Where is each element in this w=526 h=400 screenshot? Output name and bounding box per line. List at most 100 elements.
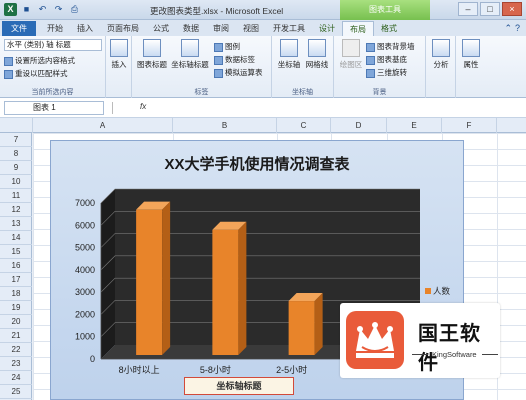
analysis-button[interactable]: 分析 [429, 39, 453, 70]
column-header-f[interactable]: F [442, 118, 497, 133]
bar [288, 301, 315, 355]
insert-button[interactable]: 插入 [109, 39, 129, 70]
tab-view[interactable]: 视图 [236, 21, 266, 36]
row-header[interactable]: 17 [0, 273, 32, 287]
minimize-icon[interactable]: – [458, 2, 478, 16]
row-header[interactable]: 10 [0, 175, 32, 189]
row-header[interactable]: 16 [0, 259, 32, 273]
row-header[interactable]: 12 [0, 203, 32, 217]
undo-icon[interactable]: ↶ [36, 3, 49, 16]
data-table-button[interactable]: 模拟运算表 [214, 67, 263, 78]
x-tick-label: 2-5小时 [276, 364, 307, 375]
chart-floor-icon [366, 55, 375, 65]
format-selection-icon [4, 56, 13, 66]
maximize-icon[interactable]: □ [480, 2, 500, 16]
group-labels: 图表标题 坐标轴标题 图例 数据标签 模拟运算表 标签 [132, 36, 272, 98]
quick-access-toolbar: X ■ ↶ ↷ ⎙ [4, 3, 81, 16]
row-header[interactable]: 11 [0, 189, 32, 203]
row-header[interactable]: 23 [0, 357, 32, 371]
y-tick-label: 5000 [75, 243, 95, 253]
y-tick-label: 7000 [75, 198, 95, 208]
row-header[interactable]: 19 [0, 301, 32, 315]
column-header-e[interactable]: E [387, 118, 442, 133]
tab-review[interactable]: 审阅 [206, 21, 236, 36]
column-header-b[interactable]: B [173, 118, 277, 133]
fx-icon[interactable]: fx [140, 102, 146, 111]
row-header[interactable]: 18 [0, 287, 32, 301]
axis-titles-button[interactable]: 坐标轴标题 [170, 39, 210, 70]
tab-home[interactable]: 开始 [40, 21, 70, 36]
tab-design[interactable]: 设计 [312, 21, 342, 36]
rotation-3d-icon [366, 68, 375, 78]
chart-title-button[interactable]: 图表标题 [136, 39, 168, 70]
x-axis-title[interactable]: 坐标轴标题 [184, 377, 294, 395]
legend-button[interactable]: 图例 [214, 41, 240, 52]
row-header[interactable]: 21 [0, 329, 32, 343]
gridlines-button[interactable]: 网格线 [303, 39, 331, 70]
row-header[interactable]: 8 [0, 147, 32, 161]
tab-formulas[interactable]: 公式 [146, 21, 176, 36]
crown-logo-icon [346, 311, 404, 369]
row-header[interactable]: 13 [0, 217, 32, 231]
row-header[interactable]: 15 [0, 245, 32, 259]
data-labels-button[interactable]: 数据标签 [214, 54, 255, 65]
y-tick-label: 6000 [75, 220, 95, 230]
format-selection-button[interactable]: 设置所选内容格式 [4, 55, 75, 66]
name-box[interactable]: 图表 1 [4, 101, 104, 115]
tab-page-layout[interactable]: 页面布局 [100, 21, 146, 36]
chart-element-select[interactable]: 水平 (类别) 轴 标题 [4, 39, 102, 51]
reset-style-button[interactable]: 重设以匹配样式 [4, 68, 68, 79]
help-icon[interactable]: ? [515, 23, 520, 34]
print-icon[interactable]: ⎙ [68, 3, 81, 16]
logo-name: 国王软件 [418, 323, 481, 374]
row-header[interactable]: 14 [0, 231, 32, 245]
properties-button[interactable]: 属性 [459, 39, 483, 70]
redo-icon[interactable]: ↷ [52, 3, 65, 16]
group-label-background: 背景 [372, 89, 387, 96]
plot-area-button[interactable]: 绘图区 [337, 39, 365, 70]
tab-developer[interactable]: 开发工具 [266, 21, 312, 36]
row-header[interactable]: 9 [0, 161, 32, 175]
collapse-ribbon-icon[interactable]: ⌃ [504, 23, 512, 34]
row-headers: 7 8 9 10 11 12 13 14 15 16 17 18 19 20 21 22 23 24 25 [0, 133, 32, 400]
bar [212, 229, 239, 355]
ribbon: 水平 (类别) 轴 标题 设置所选内容格式 重设以匹配样式 当前所选内容 插入 … [0, 36, 526, 98]
chart-title-icon [143, 39, 161, 57]
column-header-c[interactable]: C [277, 118, 331, 133]
tab-format[interactable]: 格式 [374, 21, 404, 36]
row-header[interactable]: 24 [0, 371, 32, 385]
close-icon[interactable]: × [502, 2, 522, 16]
kingsoftware-logo: 国王软件 KingSoftware [340, 303, 500, 378]
tab-data[interactable]: 数据 [176, 21, 206, 36]
window-title: 更改图表类型.xlsx - Microsoft Excel [150, 6, 284, 16]
logo-sub: KingSoftware [432, 350, 477, 359]
bar [136, 209, 163, 355]
tab-layout[interactable]: 布局 [342, 21, 374, 36]
tab-file[interactable]: 文件 [2, 21, 36, 36]
logo-line [412, 354, 428, 355]
save-icon[interactable]: ■ [20, 3, 33, 16]
rotation-3d-button[interactable]: 三维旋转 [366, 67, 407, 78]
select-all-corner[interactable] [0, 118, 33, 133]
tab-insert[interactable]: 插入 [70, 21, 100, 36]
chart-wall-button[interactable]: 图表背景墙 [366, 41, 415, 52]
ribbon-tabs: 文件 开始 插入 页面布局 公式 数据 审阅 视图 开发工具 设计 布局 格式 … [0, 20, 526, 36]
row-header[interactable]: 22 [0, 343, 32, 357]
help-area: ⌃ ? [504, 23, 520, 34]
row-header[interactable]: 20 [0, 315, 32, 329]
row-header[interactable]: 25 [0, 385, 32, 399]
reset-style-icon [4, 69, 13, 79]
chart-floor-button[interactable]: 图表基底 [366, 54, 407, 65]
formula-bar: 图表 1 fx [0, 98, 526, 118]
plot-area-icon [342, 39, 360, 57]
group-analysis: 分析 [426, 36, 456, 98]
y-tick-label: 4000 [75, 265, 95, 275]
data-labels-icon [214, 55, 223, 65]
chart-legend[interactable]: 人数 [425, 285, 450, 297]
group-label-labels: 标签 [194, 89, 209, 96]
y-tick-label: 2000 [75, 309, 95, 319]
column-header-d[interactable]: D [331, 118, 387, 133]
column-header-a[interactable]: A [33, 118, 173, 133]
row-header[interactable]: 7 [0, 133, 32, 147]
axes-button[interactable]: 坐标轴 [275, 39, 303, 70]
